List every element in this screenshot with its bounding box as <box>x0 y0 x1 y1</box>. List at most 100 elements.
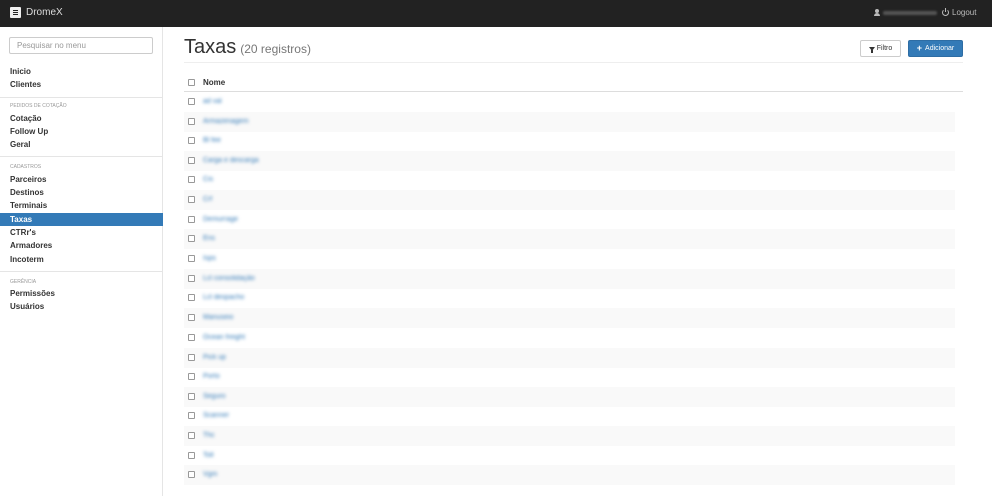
row-checkbox[interactable] <box>188 373 195 380</box>
row-checkbox[interactable] <box>188 471 195 478</box>
row-checkbox[interactable] <box>188 294 195 301</box>
record-count: (20 registros) <box>240 42 311 56</box>
row-name-link[interactable]: Bl fee <box>203 137 221 144</box>
add-label: Adicionar <box>925 45 955 52</box>
sidebar-item-taxas[interactable]: Taxas <box>0 213 163 226</box>
table-row[interactable]: Vgm <box>184 465 955 485</box>
table-row[interactable]: Demurrage <box>184 210 955 230</box>
row-name-link[interactable]: Ens <box>203 235 215 242</box>
table-row[interactable]: Crf <box>184 190 955 210</box>
row-name-link[interactable]: Thc <box>203 432 215 439</box>
sidebar-item-follow-up[interactable]: Follow Up <box>0 125 163 138</box>
sidebar-item-armadores[interactable]: Armadores <box>0 239 163 252</box>
sidebar-item-geral[interactable]: Geral <box>0 138 163 151</box>
table-row[interactable]: Toll <box>184 446 955 466</box>
menu-icon <box>10 7 21 18</box>
row-name-link[interactable]: Manuseio <box>203 314 233 321</box>
row-checkbox[interactable] <box>188 216 195 223</box>
add-button[interactable]: + Adicionar <box>908 40 963 57</box>
row-checkbox[interactable] <box>188 235 195 242</box>
row-name-link[interactable]: ad val <box>203 98 222 105</box>
table-row[interactable]: Thc <box>184 426 955 446</box>
row-name-link[interactable]: Armazenagem <box>203 118 249 125</box>
row-name-link[interactable]: Demurrage <box>203 216 238 223</box>
table-row[interactable]: Manuseio <box>184 308 955 328</box>
row-checkbox[interactable] <box>188 196 195 203</box>
row-name-link[interactable]: Vgm <box>203 471 217 478</box>
row-name-link[interactable]: Toll <box>203 452 214 459</box>
table-row[interactable]: Isps <box>184 249 955 269</box>
menu-search-input[interactable] <box>9 37 153 54</box>
sidebar-item-inicio[interactable]: Inicio <box>0 65 163 78</box>
table-row[interactable]: Lcl despacho <box>184 288 955 308</box>
filter-label: Filtro <box>876 45 893 52</box>
table-row[interactable]: Cis <box>184 170 955 190</box>
row-checkbox[interactable] <box>188 275 195 282</box>
table-row[interactable]: Carga e descarga <box>184 151 955 171</box>
sidebar-section-pedidos: Pedidos de cotação <box>10 103 67 109</box>
row-name-link[interactable]: Pick up <box>203 354 226 361</box>
table-row[interactable]: Porto <box>184 367 955 387</box>
page-header: Taxas (20 registros) <box>184 36 311 59</box>
plus-icon: + <box>916 43 923 53</box>
row-checkbox[interactable] <box>188 118 195 125</box>
row-name-link[interactable]: Seguro <box>203 393 226 400</box>
sidebar-divider <box>0 271 163 272</box>
sidebar-item-permissoes[interactable]: Permissões <box>0 287 163 300</box>
column-header-nome[interactable]: Nome <box>203 78 225 87</box>
table-row[interactable]: Lcl consolidação <box>184 269 955 289</box>
row-checkbox[interactable] <box>188 137 195 144</box>
sidebar-item-incoterm[interactable]: Incoterm <box>0 253 163 266</box>
sidebar-section-cadastros: Cadastros <box>10 164 42 170</box>
brand-name: DromeX <box>26 7 63 18</box>
sidebar-divider <box>0 97 163 98</box>
row-name-link[interactable]: Porto <box>203 373 220 380</box>
table-row[interactable]: Ens <box>184 229 955 249</box>
row-name-link[interactable]: Carga e descarga <box>203 157 259 164</box>
table-row[interactable]: ad val <box>184 92 955 112</box>
sidebar-item-terminais[interactable]: Terminais <box>0 199 163 212</box>
row-name-link[interactable]: Isps <box>203 255 216 262</box>
sidebar-divider <box>0 156 163 157</box>
filter-icon <box>868 46 875 53</box>
user-menu[interactable] <box>874 9 937 16</box>
row-name-link[interactable]: Lcl despacho <box>203 294 244 301</box>
sidebar-item-usuarios[interactable]: Usuários <box>0 300 163 313</box>
row-checkbox[interactable] <box>188 157 195 164</box>
row-checkbox[interactable] <box>188 412 195 419</box>
table-row[interactable]: Bl fee <box>184 131 955 151</box>
logout-label: Logout <box>952 8 977 17</box>
filter-button[interactable]: Filtro <box>860 40 901 57</box>
user-name-redacted <box>883 10 937 15</box>
table-row[interactable]: Armazenagem <box>184 112 955 132</box>
row-checkbox[interactable] <box>188 255 195 262</box>
logout-link[interactable]: Logout <box>942 8 976 17</box>
sidebar-item-ctrrs[interactable]: CTRr's <box>0 226 163 239</box>
row-checkbox[interactable] <box>188 452 195 459</box>
table-row[interactable]: Pick up <box>184 348 955 368</box>
table-row[interactable]: Seguro <box>184 387 955 407</box>
row-name-link[interactable]: Crf <box>203 196 212 203</box>
row-checkbox[interactable] <box>188 98 195 105</box>
sidebar-item-clientes[interactable]: Clientes <box>0 78 163 91</box>
row-checkbox[interactable] <box>188 176 195 183</box>
row-checkbox[interactable] <box>188 314 195 321</box>
row-name-link[interactable]: Lcl consolidação <box>203 275 255 282</box>
select-all-checkbox[interactable] <box>188 79 195 86</box>
sidebar-item-parceiros[interactable]: Parceiros <box>0 173 163 186</box>
row-checkbox[interactable] <box>188 334 195 341</box>
sidebar-item-cotacao[interactable]: Cotação <box>0 112 163 125</box>
row-name-link[interactable]: Ocean freight <box>203 334 245 341</box>
row-checkbox[interactable] <box>188 432 195 439</box>
row-checkbox[interactable] <box>188 354 195 361</box>
sidebar-item-destinos[interactable]: Destinos <box>0 186 163 199</box>
row-name-link[interactable]: Scanner <box>203 412 229 419</box>
table-header: Nome <box>184 73 963 92</box>
row-checkbox[interactable] <box>188 393 195 400</box>
header-divider <box>184 62 963 63</box>
sidebar-section-gerencia: Gerência <box>10 279 37 285</box>
row-name-link[interactable]: Cis <box>203 176 213 183</box>
brand[interactable]: DromeX <box>10 7 63 18</box>
table-row[interactable]: Ocean freight <box>184 328 955 348</box>
table-row[interactable]: Scanner <box>184 406 955 426</box>
